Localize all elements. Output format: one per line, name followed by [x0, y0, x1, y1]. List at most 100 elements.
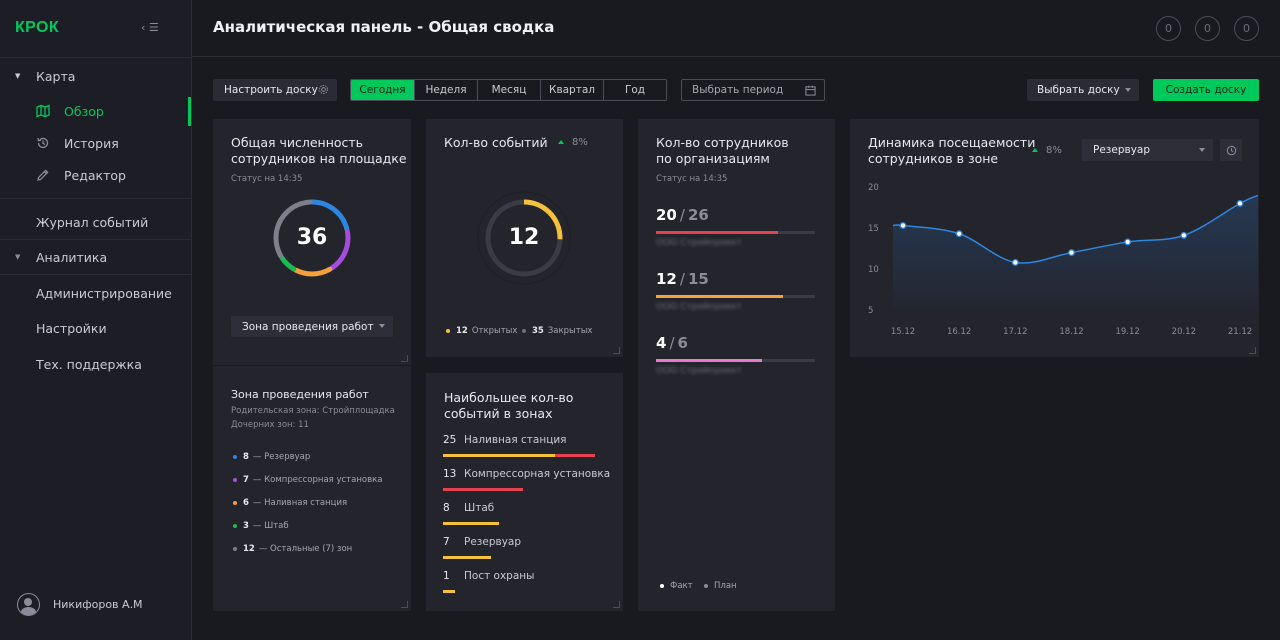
sidebar-item-administration[interactable]: Администрирование — [0, 279, 192, 307]
x-tick-label: 15.12 — [891, 327, 915, 337]
create-board-button[interactable]: Создать доску — [1153, 79, 1259, 101]
org-progress — [656, 295, 815, 298]
legend-dot — [233, 501, 237, 505]
header-counter-button[interactable]: 0 — [1234, 16, 1259, 41]
y-tick-label: 20 — [868, 183, 879, 193]
sidebar-item-label: Тех. поддержка — [36, 356, 142, 372]
top-zone-item: 7 Резервуар — [443, 536, 522, 548]
select-board-dropdown[interactable]: Выбрать доску — [1027, 79, 1139, 101]
avatar — [17, 593, 40, 616]
header: Аналитическая панель - Общая сводка 0 0 … — [192, 0, 1280, 57]
zone-bar-yellow — [443, 454, 555, 457]
data-point[interactable] — [1236, 199, 1244, 207]
history-icon — [37, 137, 49, 149]
sidebar-item-label: Карта — [36, 68, 76, 84]
resize-handle[interactable] — [401, 355, 408, 362]
dynamics-zone-label: Резервуар — [1093, 144, 1151, 156]
sidebar-item-map[interactable]: ▼ Карта — [0, 62, 192, 90]
zone-legend-item: 8— Резервуар — [233, 452, 310, 462]
sidebar-item-label: История — [64, 135, 119, 151]
resize-handle[interactable] — [401, 601, 408, 608]
data-point[interactable] — [1011, 258, 1019, 266]
data-point[interactable] — [955, 230, 963, 238]
header-counter-button[interactable]: 0 — [1156, 16, 1181, 41]
x-tick-label: 16.12 — [947, 327, 971, 337]
zone-card-title: Зона проведения работ — [231, 388, 369, 401]
workers-status: Статус на 14:35 — [231, 174, 303, 184]
trend-up-icon — [558, 140, 564, 144]
legend-fact: Факт — [660, 581, 693, 591]
page-title: Аналитическая панель - Общая сводка — [213, 18, 555, 36]
zone-select[interactable]: Зона проведения работ — [231, 316, 393, 337]
zone-bar-red — [443, 488, 523, 491]
caret-down-icon: ▼ — [15, 72, 21, 80]
tab-today[interactable]: Сегодня — [351, 80, 414, 100]
sidebar-item-editor[interactable]: Редактор — [0, 161, 192, 189]
dynamics-zone-select[interactable]: Резервуар — [1082, 139, 1213, 161]
org-name: ООО Стройпроект — [656, 238, 743, 248]
zone-select-label: Зона проведения работ — [242, 320, 374, 333]
y-tick-label: 10 — [868, 265, 879, 275]
tab-month[interactable]: Месяц — [477, 80, 540, 100]
series-area — [893, 195, 1258, 310]
period-tabs: Сегодня Неделя Месяц Квартал Год — [350, 79, 667, 101]
tab-quarter[interactable]: Квартал — [540, 80, 603, 100]
org-ratio: 12/15 — [656, 270, 709, 288]
tab-week[interactable]: Неделя — [414, 80, 477, 100]
data-point[interactable] — [1068, 249, 1075, 257]
dynamics-title-1: Динамика посещаемости — [868, 135, 1036, 150]
zone-legend-item: 3— Штаб — [233, 521, 289, 531]
zone-bar-yellow — [443, 522, 499, 525]
active-indicator — [188, 97, 191, 126]
legend-dot — [233, 455, 237, 459]
sidebar-item-history[interactable]: История — [0, 129, 192, 157]
sidebar-item-label: Журнал событий — [36, 214, 149, 230]
data-point[interactable] — [1124, 238, 1132, 246]
orgs-title-1: Кол-во сотрудников — [656, 135, 789, 150]
org-progress — [656, 231, 815, 234]
configure-board-button[interactable]: Настроить доску — [213, 79, 337, 101]
dynamics-title-2: сотрудников в зоне — [868, 151, 999, 166]
configure-board-label: Настроить доску — [224, 84, 318, 96]
tab-year[interactable]: Год — [603, 80, 666, 100]
divider — [0, 239, 192, 240]
period-picker[interactable]: Выбрать период — [681, 79, 825, 101]
caret-down-icon: ▼ — [15, 253, 21, 261]
zone-legend-item: 7— Компрессорная установка — [233, 475, 382, 485]
x-tick-label: 21.12 — [1228, 327, 1252, 337]
period-placeholder: Выбрать период — [692, 84, 784, 96]
resize-handle[interactable] — [613, 601, 620, 608]
legend-closed: 35 Закрытых — [522, 326, 592, 336]
map-icon — [36, 104, 50, 118]
data-point[interactable] — [1180, 231, 1188, 239]
history-button[interactable] — [1220, 139, 1242, 161]
zone-bar-red — [555, 454, 595, 457]
zone-bar-yellow — [443, 556, 491, 559]
divider — [0, 274, 192, 275]
y-tick-label: 15 — [868, 224, 879, 234]
x-tick-label: 18.12 — [1059, 327, 1083, 337]
header-counter-button[interactable]: 0 — [1195, 16, 1220, 41]
sidebar-item-support[interactable]: Тех. поддержка — [0, 350, 192, 378]
sidebar-item-label: Аналитика — [36, 249, 108, 265]
zone-legend-item: 12— Остальные (7) зон — [233, 544, 352, 554]
sidebar-item-overview[interactable]: Обзор — [0, 97, 192, 125]
chevron-down-icon — [379, 324, 385, 328]
gear-icon — [318, 84, 329, 95]
zone-legend-item: 6— Наливная станция — [233, 498, 347, 508]
orgs-title-2: по организациям — [656, 151, 770, 166]
collapse-sidebar-button[interactable]: ‹ ☰ — [141, 21, 159, 34]
sidebar-item-label: Редактор — [64, 167, 126, 183]
divider — [0, 198, 192, 199]
sidebar-item-event-log[interactable]: Журнал событий — [0, 208, 192, 236]
events-total: 12 — [508, 225, 540, 250]
legend-dot — [233, 547, 237, 551]
workers-title-1: Общая численность — [231, 135, 364, 150]
chevron-down-icon — [1125, 88, 1131, 92]
data-point[interactable] — [899, 222, 907, 229]
user-profile[interactable]: Никифоров А.М — [17, 593, 143, 616]
resize-handle[interactable] — [613, 347, 620, 354]
sidebar-item-analytics[interactable]: ▼ Аналитика — [0, 243, 192, 271]
zone-parent: Родительская зона: Стройплощадка — [231, 406, 395, 416]
sidebar-item-settings[interactable]: Настройки — [0, 314, 192, 342]
